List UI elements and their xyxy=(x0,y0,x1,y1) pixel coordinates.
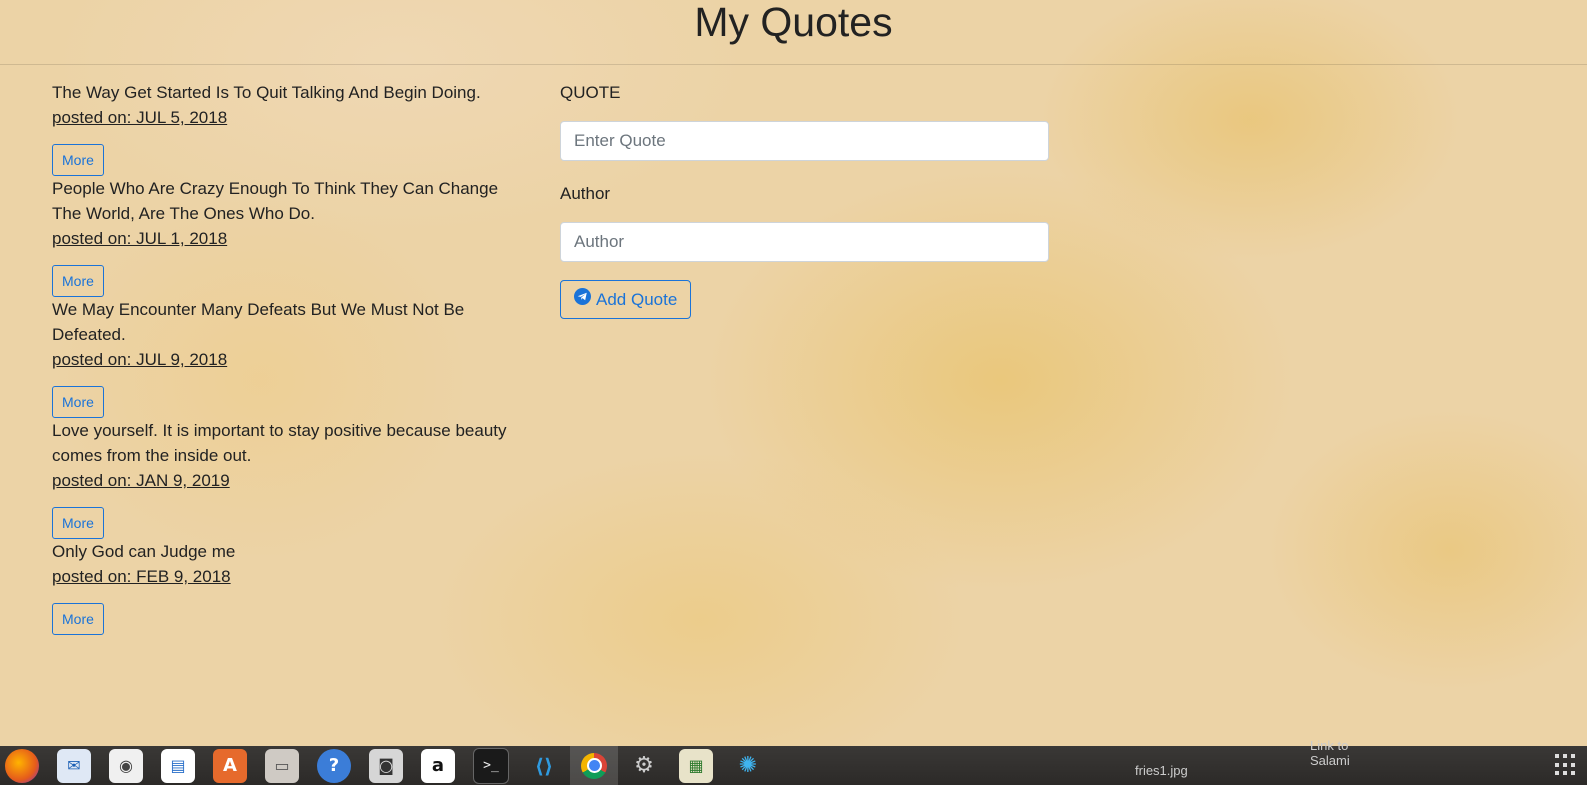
splash-icon[interactable]: ✺ xyxy=(731,749,765,783)
audio-icon[interactable]: ◉ xyxy=(109,748,143,783)
vscode-icon[interactable]: ⟨⟩ xyxy=(527,749,561,783)
send-icon xyxy=(574,288,591,305)
mail-icon[interactable]: ✉ xyxy=(57,748,91,783)
more-button[interactable]: More xyxy=(52,144,104,176)
desktop-file-label[interactable]: fries1.jpg xyxy=(1135,763,1188,778)
list-item: We May Encounter Many Defeats But We Mus… xyxy=(52,297,522,418)
list-item: People Who Are Crazy Enough To Think The… xyxy=(52,176,522,297)
quote-text: We May Encounter Many Defeats But We Mus… xyxy=(52,300,465,344)
desktop-link-label[interactable]: Link to Salami xyxy=(1310,738,1370,768)
chrome-icon[interactable] xyxy=(570,746,618,785)
quote-input[interactable] xyxy=(560,121,1049,161)
quote-date-link[interactable]: posted on: JUL 1, 2018 xyxy=(52,226,227,251)
add-quote-form: QUOTE Author Add Quote xyxy=(560,80,1050,319)
firefox-icon[interactable] xyxy=(5,748,39,783)
apps-grid-icon[interactable] xyxy=(1555,754,1577,776)
taskbar: ✉ ◉ ▤ A ▭ ? ◙ a >_ ⟨⟩ ⚙ ▦ ✺ fries1.jpg L… xyxy=(0,738,1587,785)
store-icon[interactable]: A xyxy=(213,748,247,783)
quote-label: QUOTE xyxy=(560,83,621,102)
page-title: My Quotes xyxy=(694,0,893,45)
list-item: The Way Get Started Is To Quit Talking A… xyxy=(52,80,522,176)
amazon-icon[interactable]: a xyxy=(421,748,455,783)
header-bar: My Quotes xyxy=(0,0,1587,65)
author-input[interactable] xyxy=(560,222,1049,262)
help-icon[interactable]: ? xyxy=(317,748,351,783)
quote-date-link[interactable]: posted on: JUL 9, 2018 xyxy=(52,347,227,372)
list-item: Love yourself. It is important to stay p… xyxy=(52,418,522,539)
author-label: Author xyxy=(560,184,611,203)
document-icon[interactable]: ▤ xyxy=(161,748,195,783)
monitor-icon[interactable]: ▦ xyxy=(679,748,713,783)
more-button[interactable]: More xyxy=(52,507,104,539)
quote-date-link[interactable]: posted on: FEB 9, 2018 xyxy=(52,564,231,589)
list-item: Only God can Judge me posted on: FEB 9, … xyxy=(52,539,522,635)
add-quote-label: Add Quote xyxy=(596,289,678,309)
files-icon[interactable]: ▭ xyxy=(265,748,299,783)
terminal-icon[interactable]: >_ xyxy=(473,747,509,784)
quote-list: The Way Get Started Is To Quit Talking A… xyxy=(52,80,522,635)
quote-text: The Way Get Started Is To Quit Talking A… xyxy=(52,83,481,102)
quote-text: People Who Are Crazy Enough To Think The… xyxy=(52,179,499,223)
add-quote-button[interactable]: Add Quote xyxy=(560,280,692,319)
camera-icon[interactable]: ◙ xyxy=(369,748,403,783)
quote-date-link[interactable]: posted on: JAN 9, 2019 xyxy=(52,468,230,493)
more-button[interactable]: More xyxy=(52,603,104,635)
more-button[interactable]: More xyxy=(52,265,104,297)
quote-text: Only God can Judge me xyxy=(52,542,236,561)
quote-date-link[interactable]: posted on: JUL 5, 2018 xyxy=(52,105,227,130)
quote-text: Love yourself. It is important to stay p… xyxy=(52,421,507,465)
settings-icon[interactable]: ⚙ xyxy=(627,749,661,783)
more-button[interactable]: More xyxy=(52,386,104,418)
